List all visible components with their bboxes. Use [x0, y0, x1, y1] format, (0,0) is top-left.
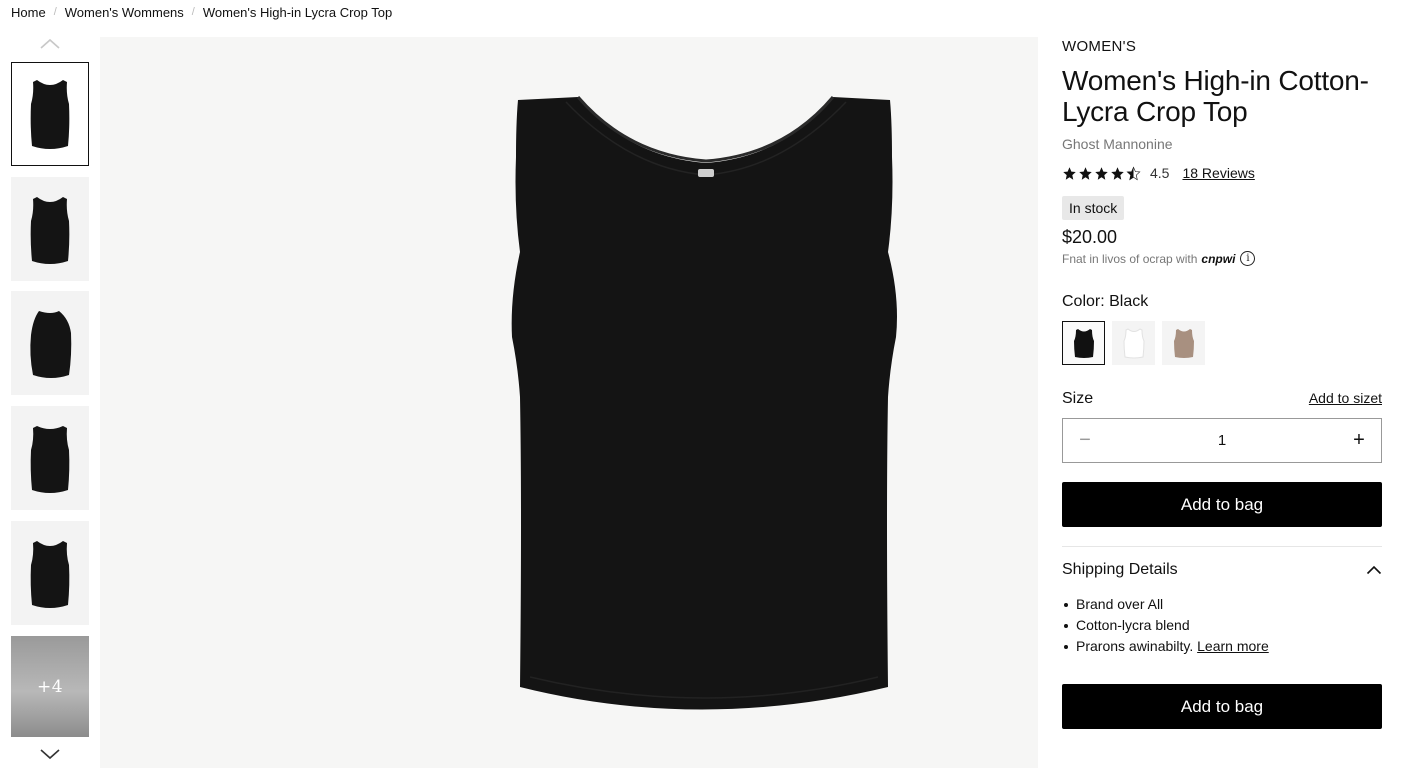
swatch-black[interactable]: [1062, 321, 1105, 365]
stock-badge: In stock: [1062, 196, 1125, 220]
star-icon: [1095, 166, 1108, 180]
more-count-label: +4: [36, 676, 64, 697]
star-icon: [1079, 166, 1092, 180]
breadcrumb-separator: /: [53, 6, 57, 18]
tank-top-image: [511, 96, 897, 710]
breadcrumb-home[interactable]: Home: [11, 5, 46, 20]
list-item: Brand over All: [1062, 594, 1382, 615]
breadcrumb: Home / Women's Wommens / Women's High-in…: [11, 4, 392, 20]
gallery-prev-button[interactable]: [11, 34, 89, 54]
star-half-icon: [1126, 165, 1141, 180]
shipping-details-title: Shipping Details: [1062, 561, 1178, 578]
product-title: Women's High-in Cotton-Lycra Crop Top: [1062, 65, 1369, 127]
thumbnail-more[interactable]: +4: [11, 636, 89, 737]
quantity-value[interactable]: 1: [1218, 432, 1226, 449]
size-row: Size Add to sizet: [1062, 390, 1382, 408]
breadcrumb-category[interactable]: Women's Wommens: [65, 5, 184, 20]
tank-top-thumbnail: [30, 197, 70, 264]
tank-top-thumbnail: [30, 311, 72, 378]
breadcrumb-current[interactable]: Women's High-in Lycra Crop Top: [203, 5, 392, 20]
swatch-white[interactable]: [1112, 321, 1155, 365]
divider: [1062, 546, 1382, 547]
shipping-details-list: Brand over All Cotton-lycra blend Praron…: [1062, 594, 1382, 657]
product-price: $20.00: [1062, 227, 1118, 247]
tank-top-thumbnail: [30, 80, 70, 149]
installment-text: Fnat in livos of ocrap with: [1062, 251, 1198, 266]
list-item-text: Prarons awinabilty.: [1076, 638, 1194, 654]
list-item: Cotton-lycra blend: [1062, 615, 1382, 636]
reviews-link[interactable]: 18 Reviews: [1182, 165, 1254, 181]
add-to-bag-button-bottom[interactable]: Add to bag: [1062, 684, 1382, 729]
shipping-details-toggle[interactable]: Shipping Details: [1062, 561, 1382, 579]
breadcrumb-separator: /: [191, 6, 195, 18]
learn-more-link[interactable]: Learn more: [1197, 638, 1269, 654]
gallery-next-button[interactable]: [11, 744, 89, 764]
rating-stars: [1062, 165, 1141, 181]
size-guide-link[interactable]: Add to sizet: [1309, 390, 1382, 406]
size-label: Size: [1062, 390, 1094, 407]
main-product-image: [100, 37, 1038, 768]
tank-top-swatch: [1122, 328, 1145, 359]
payment-provider-logo: cnpwi: [1201, 251, 1236, 266]
product-subtitle: Ghost Mannonine: [1062, 136, 1173, 152]
color-label: Color: Black: [1062, 293, 1149, 310]
increase-quantity-button[interactable]: +: [1337, 419, 1381, 462]
swatch-taupe[interactable]: [1162, 321, 1205, 365]
tank-top-swatch: [1173, 329, 1194, 358]
rating-score: 4.5: [1150, 165, 1170, 181]
chevron-up-icon: [40, 38, 60, 49]
tank-top-thumbnail: [30, 426, 70, 493]
product-brand: WOMEN'S: [1062, 38, 1137, 55]
chevron-down-icon: [40, 749, 60, 760]
thumbnail-front-alt[interactable]: [11, 521, 89, 625]
star-icon: [1111, 166, 1124, 180]
color-swatches: [1062, 321, 1205, 365]
list-item: Prarons awinabilty. Learn more: [1062, 636, 1382, 657]
chevron-up-icon: [1366, 565, 1382, 575]
installment-note: Fnat in livos of ocrap with cnpwi i: [1062, 251, 1256, 266]
add-to-bag-button[interactable]: Add to bag: [1062, 482, 1382, 527]
product-rating: 4.5 18 Reviews: [1062, 165, 1255, 181]
thumbnail-front-2[interactable]: [11, 177, 89, 281]
decrease-quantity-button[interactable]: −: [1063, 419, 1107, 462]
thumbnail-side[interactable]: [11, 291, 89, 395]
info-icon[interactable]: i: [1240, 251, 1256, 266]
quantity-stepper: − 1 +: [1062, 418, 1382, 463]
star-icon: [1063, 166, 1076, 180]
tank-top-swatch: [1073, 329, 1094, 358]
thumbnail-back[interactable]: [11, 406, 89, 510]
thumbnail-front[interactable]: [11, 62, 89, 166]
tank-top-thumbnail: [30, 541, 70, 608]
